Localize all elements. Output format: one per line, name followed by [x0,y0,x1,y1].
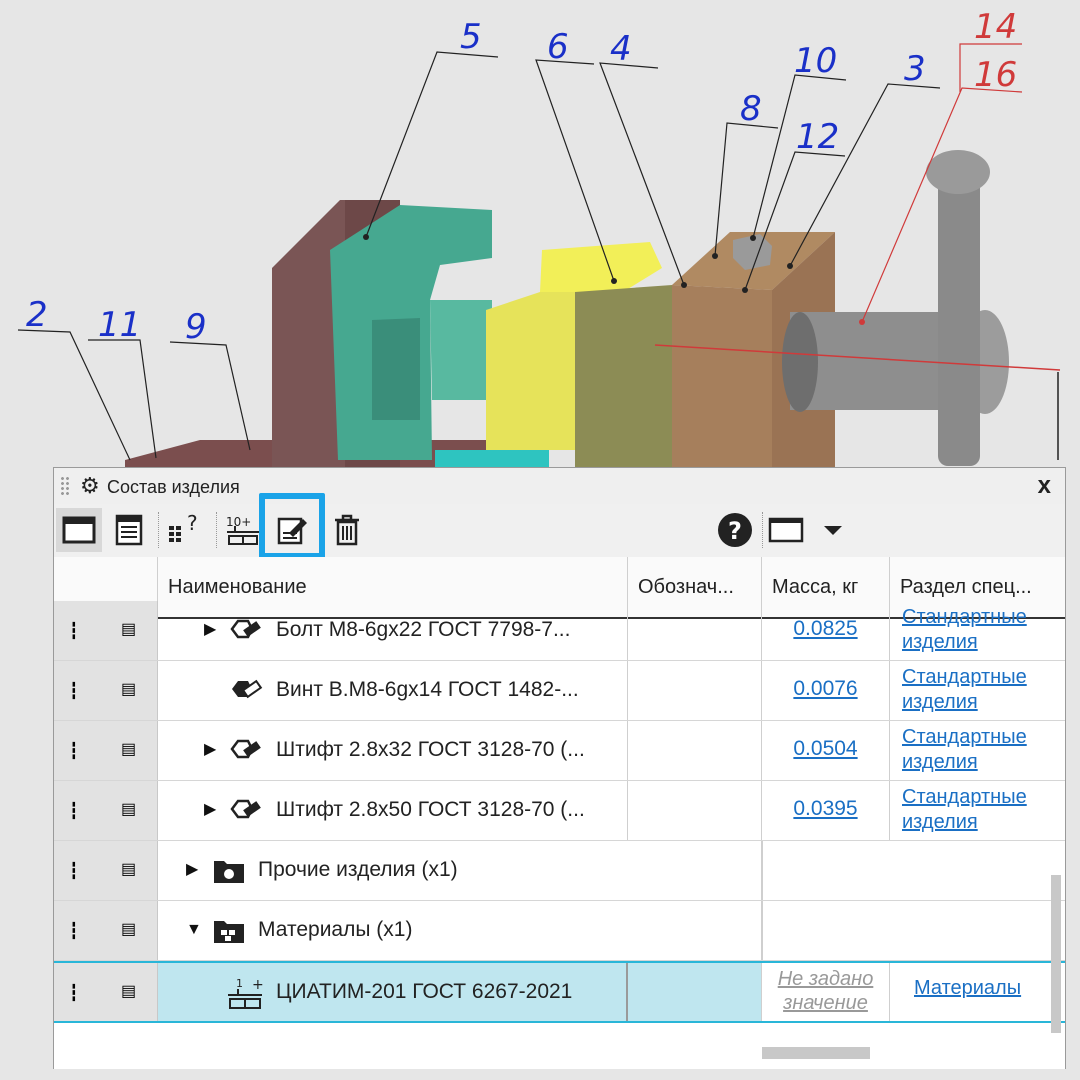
add-material-icon: 10+ [226,515,259,545]
document-icon[interactable]: ▤ [121,919,136,939]
add-material-button[interactable]: 10+ [220,508,266,552]
mass-value[interactable]: 0.0504 [793,737,857,760]
materials-folder-icon [214,921,244,943]
document-icon[interactable]: ▤ [121,619,136,639]
callout-label: 3 [904,49,926,89]
expand-arrow[interactable]: ▶ [204,781,216,839]
calculator-help-button[interactable]: ? [162,508,208,552]
table-row[interactable]: ┇ ▤ Винт В.М8-6gx14 ГОСТ 1482-... 0.0076 … [54,661,1065,721]
expand-arrow[interactable]: ▶ [204,601,216,659]
edit-object-icon [277,517,307,545]
help-icon: ? [718,513,752,547]
row-name: ЦИАТИМ-201 ГОСТ 6267-2021 [276,980,573,1003]
expand-arrow[interactable]: ▶ [186,841,198,899]
table-row[interactable]: ┇ ▤ ▶ Болт М8-6gx22 ГОСТ 7798-7... 0.0825… [54,601,1065,661]
callout-label: 6 [547,27,569,67]
callout-label: 9 [185,307,207,347]
tree-icon[interactable]: ┇ [69,801,79,821]
row-name: Штифт 2.8x32 ГОСТ 3128-70 (... [276,738,585,761]
callout-label: 16 [974,55,1017,95]
document-icon[interactable]: ▤ [121,739,136,759]
pin-group-icon [230,799,261,819]
row-name: Прочие изделия (x1) [258,858,458,881]
expand-arrow[interactable]: ▶ [204,721,216,779]
callout-label: 4 [610,29,632,69]
tree-icon[interactable]: ┇ [69,921,79,941]
section-value[interactable]: Стандартные изделия [902,786,1027,833]
table-row[interactable]: ┇ ▤ ▼ Материалы (x1) [54,901,1065,961]
tree-icon[interactable]: ┇ [69,621,79,641]
table-view-button[interactable] [106,508,152,552]
table-view-icon [115,514,143,546]
screw-icon [232,679,263,699]
tree-icon[interactable]: ┇ [69,681,79,701]
layout-dropdown-button[interactable] [766,508,850,552]
table-row-selected[interactable]: ┇ ▤ 1 + ЦИАТИМ-201 ГОСТ 6267-2021 Не задан… [54,961,1065,1023]
callout-label: 14 [974,7,1017,47]
composition-table: Наименование Обознач... Масса, кг Раздел… [54,557,1065,1069]
document-icon[interactable]: ▤ [121,679,136,699]
callout-label: 12 [796,117,839,157]
window-view-button[interactable] [56,508,102,552]
gear-icon: ⚙ [80,473,100,498]
mass-value[interactable]: 0.0076 [793,677,857,700]
callout-label: 5 [460,17,482,57]
panel-toolbar: ? 10+ ? [54,504,1065,556]
window-view-icon [62,516,96,544]
section-value[interactable]: Материалы [914,977,1021,999]
callout-label: 8 [740,89,762,129]
collapse-arrow[interactable]: ▼ [186,901,202,959]
product-composition-panel: ⚙ Состав изделия x ? 10+ ? Наименование … [53,467,1066,1069]
svg-text:?: ? [728,517,742,545]
drag-handle-icon[interactable] [60,476,70,496]
tree-icon[interactable]: ┇ [69,983,79,1003]
document-icon[interactable]: ▤ [121,799,136,819]
document-icon[interactable]: ▤ [121,981,136,1001]
table-row[interactable]: ┇ ▤ ▶ Штифт 2.8x32 ГОСТ 3128-70 (... 0.05… [54,721,1065,781]
bolt-group-icon [230,619,261,639]
help-button[interactable]: ? [712,508,758,552]
table-row[interactable]: ┇ ▤ ▶ Штифт 2.8x50 ГОСТ 3128-70 (... 0.03… [54,781,1065,841]
mass-not-set[interactable]: Не задано значение [767,963,885,1015]
callout-label: 11 [98,305,141,345]
calculator-help-icon: ? [169,512,198,542]
other-products-folder-icon [214,861,244,883]
callout-label: 10 [794,41,837,81]
mass-value[interactable]: 0.0395 [793,797,857,820]
layout-dropdown-icon [768,517,842,543]
delete-icon [335,514,359,546]
svg-text:10+: 10+ [226,515,251,529]
tree-icon[interactable]: ┇ [69,741,79,761]
table-row[interactable]: ┇ ▤ ▶ Прочие изделия (x1) [54,841,1065,901]
panel-titlebar[interactable]: ⚙ Состав изделия x [54,468,1065,504]
mass-value[interactable]: 0.0825 [793,617,857,640]
vertical-scrollbar[interactable] [1051,875,1061,1033]
row-name: Болт М8-6gx22 ГОСТ 7798-7... [276,618,571,641]
section-value[interactable]: Стандартные изделия [902,726,1027,773]
horizontal-scrollbar[interactable] [762,1047,870,1059]
callout-label: 2 [26,295,48,335]
row-name: Винт В.М8-6gx14 ГОСТ 1482-... [276,678,579,701]
section-value[interactable]: Стандартные изделия [902,666,1027,713]
edit-object-button[interactable] [269,508,315,552]
svg-text:+: + [252,977,264,993]
delete-button[interactable] [324,508,370,552]
tree-icon[interactable]: ┇ [69,861,79,881]
section-value[interactable]: Стандартные изделия [902,606,1027,653]
panel-title: Состав изделия [107,477,240,497]
svg-text:?: ? [187,512,198,535]
document-icon[interactable]: ▤ [121,859,136,879]
svg-text:1: 1 [236,977,243,990]
row-name: Материалы (x1) [258,918,413,941]
pin-group-icon [230,739,261,759]
row-name: Штифт 2.8x50 ГОСТ 3128-70 (... [276,798,585,821]
material-item-icon: 1 + [228,977,264,1009]
close-button[interactable]: x [1038,472,1051,500]
